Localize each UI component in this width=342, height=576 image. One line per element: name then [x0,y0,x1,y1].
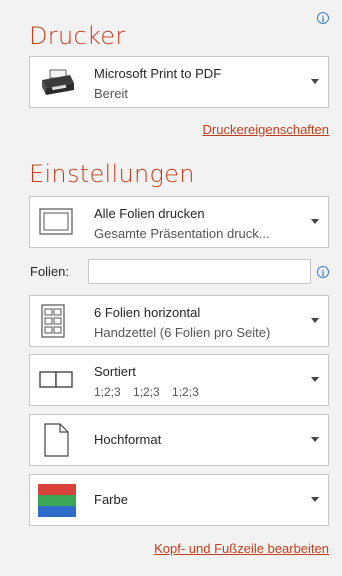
slides-field-label: Folien: [30,264,70,279]
collate-icon [39,371,73,388]
portrait-page-icon [44,423,69,457]
slides-icon [39,208,73,235]
chevron-down-icon [311,318,319,323]
printer-name: Microsoft Print to PDF [94,66,222,81]
layout-label: 6 Folien horizontal [94,305,201,320]
info-icon[interactable]: i [317,12,329,24]
chevron-down-icon [311,377,319,382]
orientation-dropdown[interactable]: Hochformat [29,414,329,466]
layout-dropdown[interactable]: 6 Folien horizontal Handzettel (6 Folien… [29,295,329,347]
chevron-down-icon [311,437,319,442]
layout-sub: Handzettel (6 Folien pro Seite) [94,325,271,340]
chevron-down-icon [311,497,319,502]
info-icon[interactable]: i [317,266,329,278]
printer-dropdown[interactable]: Microsoft Print to PDF Bereit [29,56,329,108]
slides-range-sub: Gesamte Präsentation druck... [94,226,270,241]
printer-icon [42,69,74,95]
collation-label: Sortiert [94,364,136,379]
slides-input[interactable] [88,259,311,284]
printer-properties-link[interactable]: Druckereigenschaften [203,122,329,137]
chevron-down-icon [311,79,319,84]
collation-dropdown[interactable]: Sortiert 1;2;3 1;2;3 1;2;3 [29,354,329,406]
collation-sub: 1;2;3 1;2;3 1;2;3 [94,385,199,399]
slides-range-dropdown[interactable]: Alle Folien drucken Gesamte Präsentation… [29,196,329,248]
settings-section-title: Einstellungen [29,160,195,188]
printer-section-title: Drucker [29,22,126,50]
chevron-down-icon [311,219,319,224]
slides-range-label: Alle Folien drucken [94,206,205,221]
color-dropdown[interactable]: Farbe [29,474,329,526]
printer-status: Bereit [94,86,128,101]
orientation-label: Hochformat [94,432,162,447]
color-label: Farbe [94,492,128,507]
color-swatch-icon [38,484,76,517]
header-footer-link[interactable]: Kopf- und Fußzeile bearbeiten [154,541,329,556]
handout-grid-icon [41,304,65,338]
